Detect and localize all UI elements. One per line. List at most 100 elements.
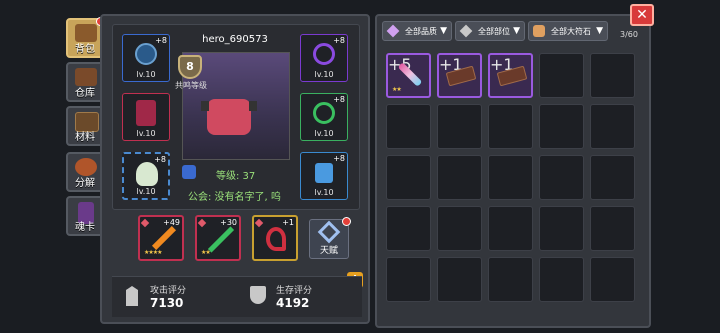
inventory-slot[interactable] [437, 104, 482, 149]
talent-button[interactable]: 天赋 [309, 217, 351, 259]
resonance-label: 共鸣等级 [175, 81, 207, 90]
boots-icon [315, 163, 333, 183]
inventory-slot[interactable] [386, 257, 431, 302]
inventory-screen: { "tabs": [ {"label":"背包","icon":"backpa… [0, 0, 720, 333]
tab-dismantle[interactable]: 分解 [66, 152, 104, 192]
tab-label: 背包 [75, 44, 95, 55]
star-rating: ★★★★ [144, 249, 162, 256]
inventory-slot[interactable] [539, 206, 584, 251]
inventory-slot[interactable] [488, 155, 533, 200]
tab-warehouse[interactable]: 仓库 [66, 62, 104, 102]
inventory-slot[interactable] [386, 206, 431, 251]
skill-slot-1[interactable]: +49 ★★★★ [138, 215, 184, 261]
close-icon[interactable]: ✕ [630, 4, 654, 26]
tab-label: 魂卡 [75, 222, 95, 233]
plus-level: +8 [154, 155, 166, 164]
level-badge-icon [182, 165, 196, 179]
flame-sword-icon [151, 225, 177, 251]
tab-label: 材料 [75, 132, 95, 143]
gem-icon [254, 218, 264, 228]
item-level: lv.10 [136, 70, 156, 79]
plus-level: +8 [155, 36, 167, 45]
quality-filter-dropdown[interactable]: 全部品质 ▼ [382, 21, 452, 41]
inventory-slot[interactable] [539, 155, 584, 200]
filter-label: 全部部位 [478, 27, 510, 36]
inventory-slot[interactable] [437, 206, 482, 251]
inventory-slot[interactable] [386, 104, 431, 149]
equip-slot-amulet[interactable]: +8 lv.10 [300, 34, 348, 82]
tab-materials[interactable]: 材料 [66, 106, 104, 146]
inventory-slot[interactable] [437, 257, 482, 302]
inventory-slot[interactable] [488, 104, 533, 149]
rune-icon [533, 25, 545, 37]
hero-sprite [207, 99, 251, 135]
helmet-icon [135, 43, 157, 65]
inventory-slot[interactable] [539, 257, 584, 302]
equip-slot-pet[interactable]: +8 lv.10 [122, 152, 170, 200]
resonance-badge[interactable]: 8 [178, 55, 202, 79]
inventory-slot[interactable]: +1 [437, 53, 482, 98]
shield-icon [250, 286, 266, 304]
chevron-down-icon: ▼ [440, 26, 447, 36]
skill-slot-2[interactable]: +30 ★★ [195, 215, 241, 261]
inventory-slot[interactable] [590, 53, 635, 98]
plus-level: +30 [220, 218, 237, 227]
sword-icon [126, 286, 138, 306]
talent-label: 天赋 [319, 246, 338, 256]
inventory-slot[interactable] [539, 53, 584, 98]
tab-backpack[interactable]: 背包 [66, 17, 105, 58]
slot-filter-dropdown[interactable]: 全部部位 ▼ [455, 21, 525, 41]
inventory-slot[interactable] [437, 155, 482, 200]
item-level: lv.10 [314, 188, 334, 197]
inventory-slot[interactable] [386, 155, 431, 200]
horn-icon [249, 101, 257, 111]
inventory-slot[interactable] [539, 104, 584, 149]
item-level: lv.10 [136, 129, 156, 138]
plus-level: +8 [333, 95, 345, 104]
chevron-down-icon: ▼ [596, 26, 603, 36]
hero-level: 等级: 37 [216, 171, 256, 182]
rune-filter-dropdown[interactable]: 全部大符石 ▼ [528, 21, 608, 41]
inventory-slot[interactable] [590, 155, 635, 200]
tab-soul-card[interactable]: 魂卡 [66, 196, 104, 236]
red-hook-icon [266, 227, 286, 251]
slot-icon [459, 24, 473, 38]
gem-icon [197, 218, 207, 228]
filter-label: 全部大符石 [551, 27, 591, 36]
chevron-down-icon: ▼ [513, 26, 520, 36]
inventory-slot[interactable]: +1 [488, 53, 533, 98]
armor-icon [136, 100, 156, 126]
equip-slot-helmet[interactable]: +8 lv.10 [122, 34, 170, 82]
quality-icon [386, 24, 400, 38]
survival-score-value: 4192 [276, 296, 310, 310]
item-level: lv.10 [314, 129, 334, 138]
equip-slot-armor[interactable]: lv.10 [122, 93, 170, 141]
equip-slot-ring[interactable]: +8 lv.10 [300, 93, 348, 141]
plus-level: +49 [163, 218, 180, 227]
inventory-slot[interactable] [488, 257, 533, 302]
gem-icon [140, 218, 150, 228]
talent-icon [317, 220, 341, 244]
inventory-count: 3/60 [620, 30, 638, 39]
item-level: lv.10 [136, 187, 156, 196]
ring-icon [313, 102, 335, 124]
filter-label: 全部品质 [405, 27, 437, 36]
equip-slot-boots[interactable]: +8 lv.10 [300, 152, 348, 200]
attack-score-value: 7130 [150, 296, 184, 310]
green-staff-icon [207, 226, 235, 253]
plus-level: +1 [282, 218, 294, 227]
skill-slot-3[interactable]: +1 [252, 215, 298, 261]
inventory-slot[interactable] [590, 104, 635, 149]
inventory-slot[interactable]: +5★★ [386, 53, 431, 98]
inventory-slot[interactable] [590, 206, 635, 251]
inventory-slot[interactable] [590, 257, 635, 302]
tab-label: 仓库 [75, 88, 95, 99]
notification-badge [342, 217, 351, 226]
attack-score-label: 攻击评分 [150, 286, 187, 296]
survival-score-label: 生存评分 [276, 286, 313, 296]
amulet-icon [313, 43, 335, 65]
pet-icon [136, 162, 158, 186]
star-rating: ★★ [201, 249, 211, 256]
inventory-slot[interactable] [488, 206, 533, 251]
plus-level: +8 [333, 36, 345, 45]
